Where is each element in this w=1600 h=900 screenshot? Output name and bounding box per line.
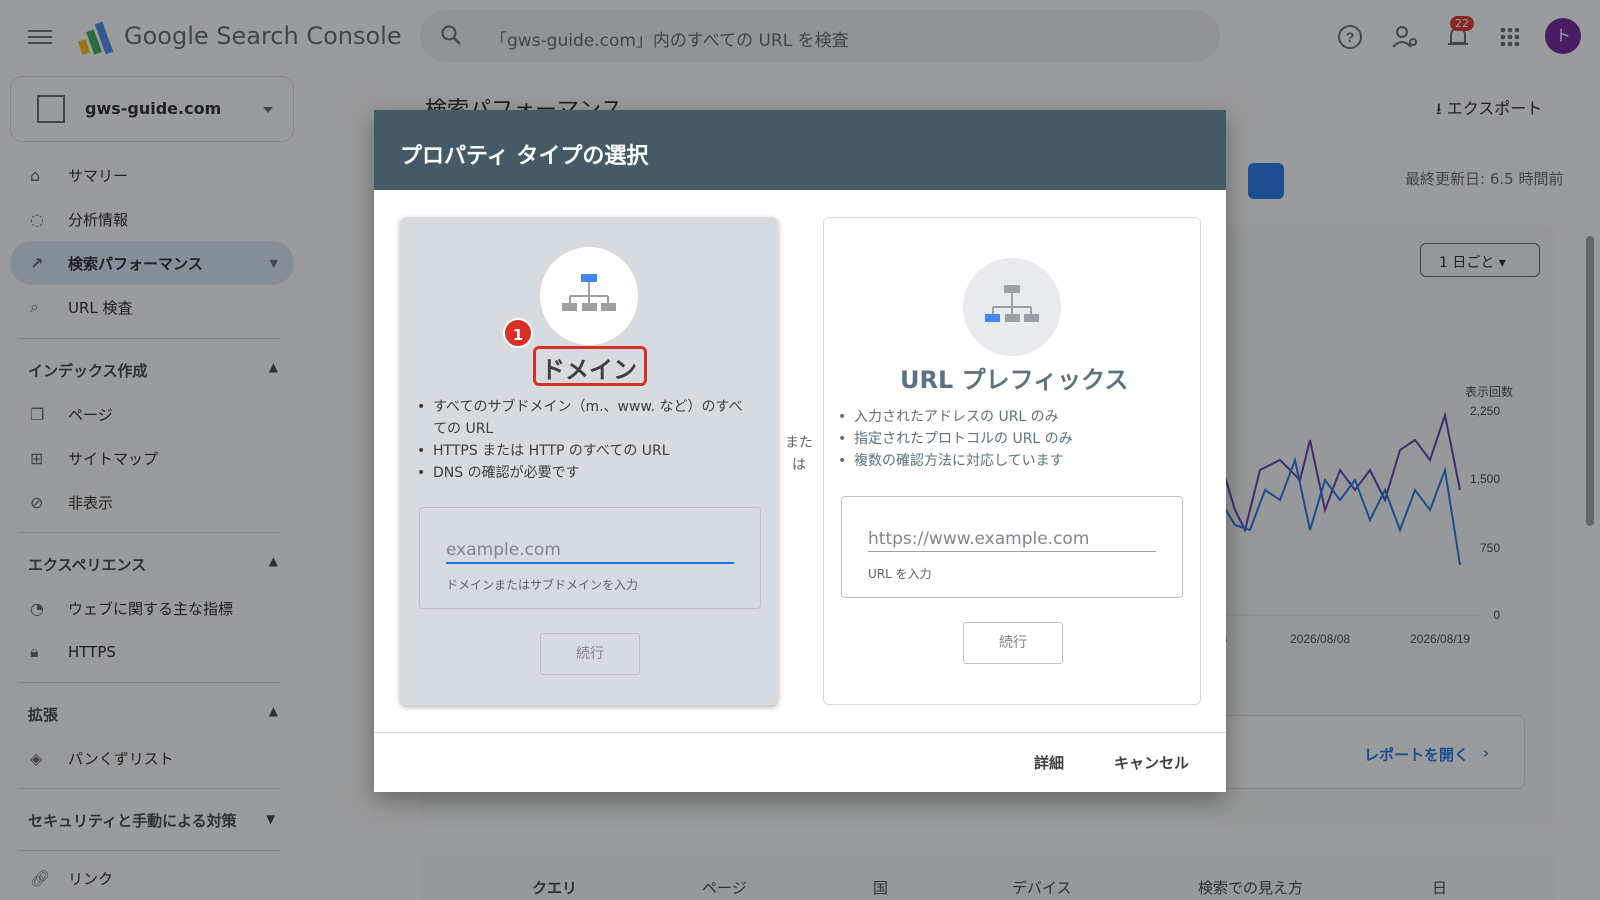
url-prefix-feature-list: 入力されたアドレスの URL のみ 指定されたプロトコルの URL のみ 複数の…	[838, 406, 1168, 472]
dialog-title: プロパティ タイプの選択	[400, 144, 649, 169]
url-prefix-continue-button[interactable]: 続行	[963, 622, 1063, 664]
dialog-header: プロパティ タイプの選択	[374, 110, 1226, 190]
url-prefix-input[interactable]: https://www.example.com	[868, 529, 1089, 549]
list-item: 入力されたアドレスの URL のみ	[838, 406, 1168, 428]
list-item: 指定されたプロトコルの URL のみ	[838, 428, 1168, 450]
domain-input-field[interactable]: example.com ドメインまたはサブドメインを入力	[419, 507, 761, 609]
url-prefix-hierarchy-icon	[985, 285, 1039, 322]
url-prefix-icon-circle	[963, 258, 1061, 356]
url-prefix-title: URL プレフィックス	[900, 366, 1129, 394]
url-prefix-input-help: URL を入力	[868, 567, 932, 581]
details-button[interactable]: 詳細	[1034, 752, 1064, 773]
domain-hierarchy-icon	[562, 274, 616, 311]
list-item: 複数の確認方法に対応しています	[838, 450, 1168, 472]
divider	[374, 732, 1226, 733]
list-item: DNS の確認が必要です	[417, 462, 747, 484]
url-prefix-input-field[interactable]: https://www.example.com URL を入力	[841, 496, 1183, 598]
input-underline	[446, 562, 734, 564]
domain-title: ドメイン	[541, 356, 637, 384]
domain-input[interactable]: example.com	[446, 540, 561, 560]
url-prefix-option-card[interactable]: URL プレフィックス 入力されたアドレスの URL のみ 指定されたプロトコル…	[823, 217, 1201, 705]
or-separator: または	[785, 435, 813, 473]
list-item: すべてのサブドメイン（m.、www. など）のすべての URL	[417, 396, 747, 440]
domain-feature-list: すべてのサブドメイン（m.、www. など）のすべての URL HTTPS また…	[417, 396, 747, 484]
step-badge: 1	[503, 318, 533, 348]
property-type-dialog: プロパティ タイプの選択 ドメイン 1 すべてのサブドメイン（m.、www. な…	[374, 110, 1226, 792]
input-underline	[868, 551, 1156, 552]
domain-input-help: ドメインまたはサブドメインを入力	[446, 578, 639, 592]
list-item: HTTPS または HTTP のすべての URL	[417, 440, 747, 462]
domain-icon-circle	[540, 247, 638, 345]
cancel-button[interactable]: キャンセル	[1114, 752, 1189, 773]
domain-option-card[interactable]: ドメイン 1 すべてのサブドメイン（m.、www. など）のすべての URL H…	[400, 217, 778, 705]
domain-continue-button[interactable]: 続行	[540, 633, 640, 675]
